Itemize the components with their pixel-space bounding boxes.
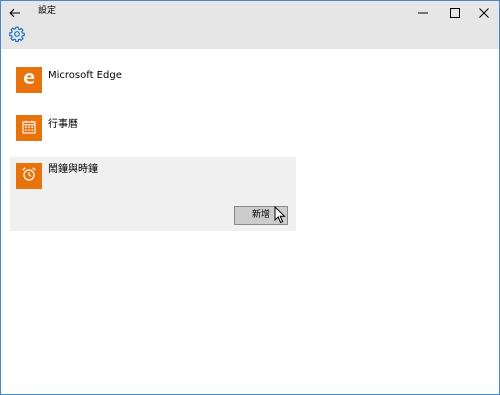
back-button[interactable] [5, 2, 25, 22]
mouse-cursor-icon [274, 205, 286, 224]
app-tile [16, 163, 42, 189]
gear-icon [9, 26, 25, 46]
calendar-icon [22, 119, 36, 138]
close-button[interactable] [468, 1, 500, 23]
app-item-calendar[interactable]: 行事曆 [10, 109, 296, 143]
edge-icon [21, 70, 37, 90]
close-icon [479, 3, 489, 22]
app-tile [16, 115, 42, 141]
maximize-button[interactable] [439, 1, 471, 23]
window-title: 設定 [38, 6, 57, 16]
minimize-icon [418, 3, 428, 22]
app-name: 鬧鐘與時鐘 [48, 164, 98, 175]
app-item-alarms-clock[interactable]: 鬧鐘與時鐘 新增 [10, 157, 296, 231]
title-bar: 設定 [1, 1, 499, 23]
minimize-button[interactable] [407, 1, 439, 23]
settings-window: 設定 Microsoft Edge 行事曆 鬧鐘與時鐘 新增 [0, 0, 500, 395]
app-name: Microsoft Edge [48, 70, 122, 81]
app-tile [16, 67, 42, 93]
arrow-left-icon [9, 3, 21, 22]
settings-button[interactable] [7, 26, 27, 46]
maximize-icon [450, 3, 460, 22]
settings-header [1, 23, 499, 49]
alarm-clock-icon [21, 166, 37, 186]
app-name: 行事曆 [48, 119, 78, 130]
app-item-microsoft-edge[interactable]: Microsoft Edge [10, 61, 296, 95]
